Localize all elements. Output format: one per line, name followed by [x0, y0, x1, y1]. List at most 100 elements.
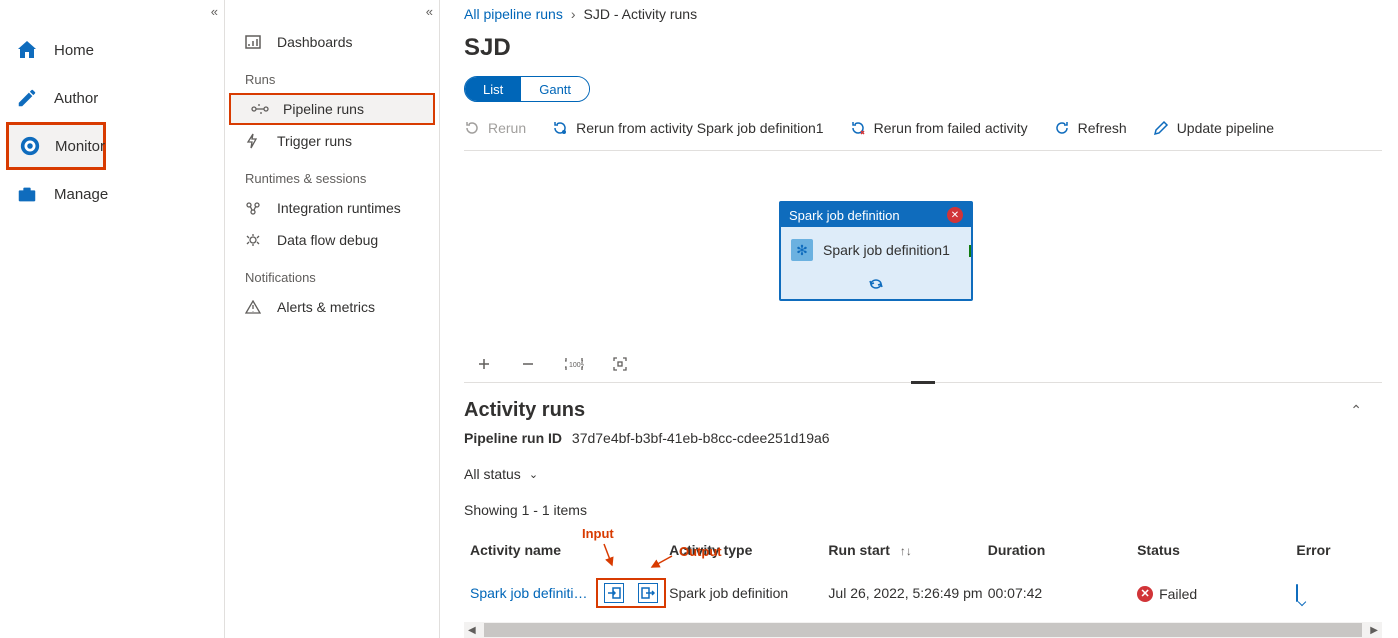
nav-label: Manage [54, 186, 108, 203]
svg-text:100%: 100% [569, 362, 584, 369]
subnav-section-runtimes: Runtimes & sessions [225, 157, 439, 192]
breadcrumb: All pipeline runs › SJD - Activity runs [464, 0, 1382, 24]
spark-icon: ✻ [791, 239, 813, 261]
failed-icon: ✕ [1137, 586, 1153, 602]
subnav-label: Trigger runs [277, 133, 352, 149]
items-count: Showing 1 - 1 items [464, 502, 1382, 518]
gauge-icon [19, 133, 41, 159]
activity-node[interactable]: Spark job definition ✕ ✻ Spark job defin… [779, 201, 973, 301]
subnav-data-flow-debug[interactable]: Data flow debug [225, 224, 439, 256]
close-icon[interactable]: ✕ [947, 207, 963, 223]
rerun-failed-button[interactable]: Rerun from failed activity [850, 120, 1028, 136]
chevron-right-icon: › [571, 6, 576, 22]
main-nav: « Home Author Monitor Manage [0, 0, 225, 638]
refresh-icon [1054, 120, 1070, 136]
nav-label: Monitor [55, 138, 105, 155]
scroll-right-icon[interactable]: ▶ [1370, 625, 1378, 636]
collapse-main-nav[interactable]: « [211, 4, 218, 19]
nav-monitor[interactable]: Monitor [6, 122, 106, 170]
rerun-icon [464, 120, 480, 136]
toolbar-label: Update pipeline [1177, 120, 1274, 136]
canvas-toolbar: 100% [476, 356, 628, 372]
dashboard-icon [245, 35, 265, 49]
nav-manage[interactable]: Manage [0, 170, 224, 218]
debug-icon [245, 233, 265, 247]
cell-error[interactable] [1296, 585, 1376, 601]
pencil-icon [14, 85, 40, 111]
subnav-label: Dashboards [277, 34, 353, 50]
subnav-dashboards[interactable]: Dashboards [225, 26, 439, 58]
breadcrumb-root[interactable]: All pipeline runs [464, 6, 563, 22]
nav-label: Author [54, 90, 98, 107]
toolbar-label: Rerun from activity Spark job definition… [576, 120, 823, 136]
collapse-activity-icon[interactable]: ⌃ [1350, 402, 1382, 419]
breadcrumb-current: SJD - Activity runs [584, 6, 698, 22]
col-run-start[interactable]: Run start↑↓ [828, 542, 987, 558]
output-icon[interactable] [638, 583, 658, 603]
view-list[interactable]: List [465, 77, 521, 101]
home-icon [14, 37, 40, 63]
input-icon[interactable] [604, 583, 624, 603]
cell-duration: 00:07:42 [988, 585, 1137, 601]
scroll-left-icon[interactable]: ◀ [468, 625, 476, 636]
col-status[interactable]: Status [1137, 542, 1296, 558]
scroll-thumb[interactable] [484, 623, 1362, 637]
nav-home[interactable]: Home [0, 26, 224, 74]
toolbar-label: Rerun [488, 120, 526, 136]
sort-icon: ↑↓ [900, 544, 912, 558]
run-id-label: Pipeline run ID [464, 430, 562, 446]
toolbar-label: Refresh [1078, 120, 1127, 136]
status-filter-label: All status [464, 466, 521, 482]
page-title: SJD [464, 34, 1382, 62]
toolbox-icon [14, 181, 40, 207]
zoom-out-icon[interactable] [520, 356, 536, 372]
pipeline-canvas[interactable]: Spark job definition ✕ ✻ Spark job defin… [464, 151, 1382, 383]
content: All pipeline runs › SJD - Activity runs … [440, 0, 1398, 638]
subnav-trigger-runs[interactable]: Trigger runs [225, 125, 439, 157]
horizontal-scrollbar[interactable]: ◀ ▶ [464, 622, 1382, 638]
node-type: Spark job definition [789, 208, 900, 223]
node-refresh-icon[interactable] [781, 273, 971, 299]
status-filter[interactable]: All status ⌄ [464, 466, 1382, 482]
nav-author[interactable]: Author [0, 74, 224, 122]
rerun-button: Rerun [464, 120, 526, 136]
subnav-label: Alerts & metrics [277, 299, 375, 315]
update-pipeline-button[interactable]: Update pipeline [1153, 120, 1274, 136]
collapse-sub-nav[interactable]: « [426, 4, 433, 19]
run-id: Pipeline run ID 37d7e4bf-b3bf-41eb-b8cc-… [464, 430, 1382, 446]
toolbar-label: Rerun from failed activity [874, 120, 1028, 136]
col-duration[interactable]: Duration [988, 542, 1137, 558]
chevron-down-icon: ⌄ [529, 468, 538, 481]
rerun-from-icon [552, 120, 568, 136]
edit-icon [1153, 120, 1169, 136]
view-toggle: List Gantt [464, 76, 590, 102]
sub-nav: « Dashboards Runs Pipeline runs Trigger … [225, 0, 440, 638]
refresh-button[interactable]: Refresh [1054, 120, 1127, 136]
error-message-icon [1296, 584, 1298, 602]
rerun-failed-icon [850, 120, 866, 136]
activity-name-link[interactable]: Spark job definitio... [470, 585, 590, 601]
subnav-section-runs: Runs [225, 58, 439, 93]
success-indicator-icon [969, 245, 973, 257]
zoom-in-icon[interactable] [476, 356, 492, 372]
subnav-pipeline-runs[interactable]: Pipeline runs [229, 93, 435, 125]
subnav-integration-runtimes[interactable]: Integration runtimes [225, 192, 439, 224]
annotation-input: Input [582, 526, 614, 541]
node-body: ✻ Spark job definition1 [781, 227, 971, 273]
alert-icon [245, 300, 265, 314]
network-icon [245, 201, 265, 215]
pipeline-icon [251, 103, 271, 115]
nav-label: Home [54, 42, 94, 59]
cell-status: ✕ Failed [1137, 584, 1296, 602]
annotation-output: Output [679, 544, 722, 559]
status-text: Failed [1159, 586, 1197, 602]
view-gantt[interactable]: Gantt [521, 77, 589, 101]
node-title: Spark job definition1 [823, 242, 950, 258]
node-header: Spark job definition ✕ [781, 203, 971, 227]
subnav-alerts-metrics[interactable]: Alerts & metrics [225, 291, 439, 323]
col-error[interactable]: Error [1296, 542, 1376, 558]
rerun-from-activity-button[interactable]: Rerun from activity Spark job definition… [552, 120, 823, 136]
fit-screen-icon[interactable] [612, 356, 628, 372]
zoom-100-icon[interactable]: 100% [564, 356, 584, 372]
trigger-icon [245, 133, 265, 149]
